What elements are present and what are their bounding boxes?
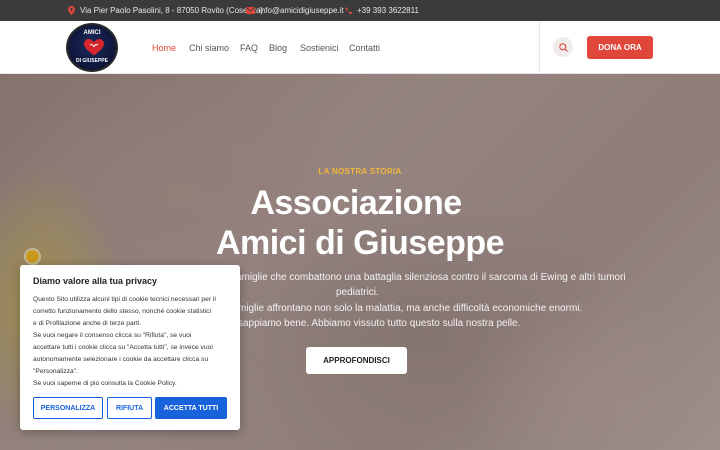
phone-item[interactable]: +39 393 3622811: [344, 0, 419, 21]
search-button[interactable]: [553, 37, 573, 57]
header-divider: [539, 21, 540, 74]
email-item[interactable]: info@amicidigiuseppe.it: [246, 0, 344, 21]
search-icon: [558, 42, 568, 52]
hero-title-line1: Associazione: [250, 184, 462, 222]
cookie-banner: Diamo valore alla tua privacy Questo Sit…: [20, 265, 240, 430]
learn-more-button[interactable]: APPROFONDISCI: [306, 347, 407, 374]
menu-item-home[interactable]: Home: [152, 43, 176, 53]
menu-item-faq[interactable]: FAQ: [240, 43, 258, 53]
menu-item-sostienici[interactable]: Sostienici: [300, 43, 339, 53]
cookie-text-line: Se vuoi saperne di più consulta la Cooki…: [33, 380, 177, 387]
hero-desc-line3: miglie affrontano non solo la malattia, …: [238, 303, 583, 314]
top-bar: Via Pier Paolo Pasolini, 8 - 87050 Rovit…: [0, 0, 720, 21]
cookie-text-line: e di Profilazione anche di terze parti.: [33, 320, 142, 327]
cookie-accept-button[interactable]: ACCETTA TUTTI: [155, 397, 227, 419]
hero-desc-line1: amiglie che combattono una battaglia sil…: [236, 272, 626, 283]
cookie-text-line: autonomamente selezionare i cookie da ac…: [33, 356, 209, 363]
cookie-text-line: Questo Sito utilizza alcuni tipi di cook…: [33, 296, 216, 303]
phone-icon: [344, 6, 353, 15]
menu-item-chi-siamo[interactable]: Chi siamo: [189, 43, 229, 53]
cookie-text-line: accettare tutti i cookie clicca su "Acce…: [33, 344, 213, 351]
heart-logo-icon: [84, 39, 104, 56]
address-text: Via Pier Paolo Pasolini, 8 - 87050 Rovit…: [80, 6, 264, 15]
donate-button[interactable]: DONA ORA: [587, 36, 653, 59]
map-pin-icon: [67, 6, 76, 15]
cookie-text-line: corretto funzionamento dello stesso, non…: [33, 308, 212, 315]
cookie-body: Questo Sito utilizza alcuni tipi di cook…: [33, 294, 233, 390]
mail-icon: [246, 6, 255, 15]
cookie-text-line: "Personalizza".: [33, 368, 78, 375]
menu-item-blog[interactable]: Blog: [269, 43, 287, 53]
hero-eyebrow: LA NOSTRA STORIA: [318, 167, 402, 176]
hero-desc-line4: sappiamo bene. Abbiamo vissuto tutto que…: [238, 318, 521, 329]
menu-item-contatti[interactable]: Contatti: [349, 43, 380, 53]
hero-desc-line2: pediatrici.: [336, 287, 379, 298]
cookie-text-line: Se vuoi negare il consenso clicca su "Ri…: [33, 332, 192, 339]
hero-title-line2: Amici di Giuseppe: [215, 224, 505, 262]
cookie-reject-button[interactable]: RIFIUTA: [107, 397, 152, 419]
cookie-customize-button[interactable]: PERSONALIZZA: [33, 397, 103, 419]
floating-dot-indicator[interactable]: [26, 250, 39, 263]
logo-text-bottom: DI GIUSEPPE: [76, 58, 108, 64]
phone-link[interactable]: +39 393 3622811: [357, 6, 419, 15]
address-item: Via Pier Paolo Pasolini, 8 - 87050 Rovit…: [67, 0, 263, 21]
logo-text-top: AMICI: [83, 30, 101, 36]
site-logo[interactable]: AMICI DI GIUSEPPE: [66, 23, 118, 72]
email-link[interactable]: info@amicidigiuseppe.it: [259, 6, 344, 15]
cookie-title: Diamo valore alla tua privacy: [33, 276, 158, 286]
